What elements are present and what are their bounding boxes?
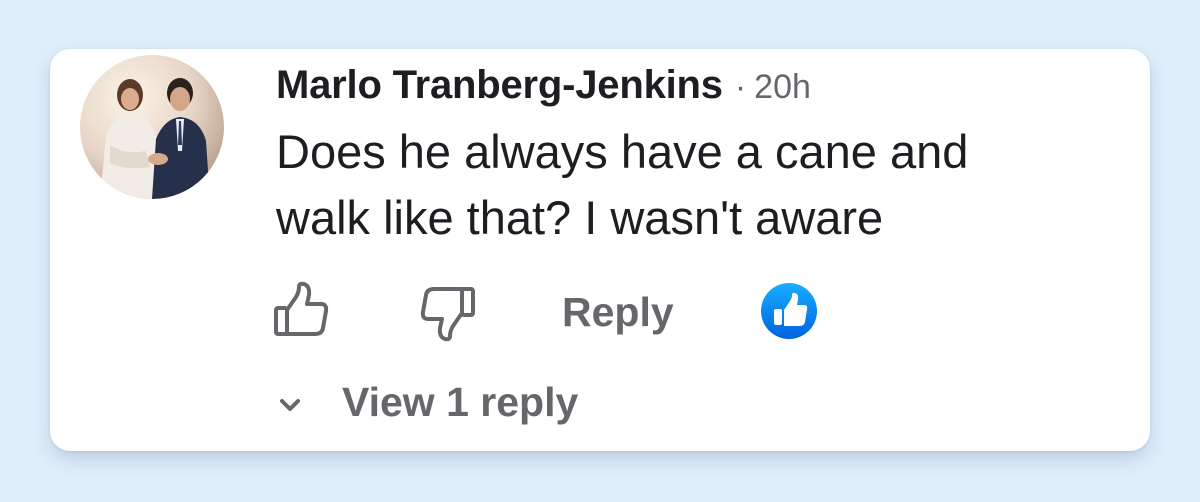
comment-text-line: Does he always have a cane and	[276, 125, 969, 178]
comment-timestamp[interactable]: 20h	[754, 68, 811, 107]
avatar-image	[80, 55, 224, 199]
reaction-summary[interactable]	[760, 282, 818, 340]
dislike-button[interactable]	[416, 283, 478, 345]
thumbs-down-outline-icon	[420, 287, 475, 342]
thumbs-up-outline-icon	[274, 281, 329, 336]
header-separator: ·	[734, 68, 747, 106]
comment-text-line: walk like that? I wasn't aware	[276, 191, 884, 244]
comment-header: Marlo Tranberg-Jenkins · 20h	[276, 63, 811, 113]
chevron-down-icon	[280, 398, 300, 411]
like-button[interactable]	[272, 281, 332, 341]
like-reaction-icon	[761, 283, 817, 339]
view-replies-button[interactable]: View 1 reply	[276, 379, 578, 426]
author-name[interactable]: Marlo Tranberg-Jenkins	[276, 63, 723, 108]
comment-card: Marlo Tranberg-Jenkins · 20h Does he alw…	[50, 49, 1150, 451]
comment-text: Does he always have a cane and walk like…	[276, 119, 1136, 251]
avatar[interactable]	[80, 55, 224, 199]
reply-button[interactable]: Reply	[562, 289, 674, 336]
view-replies-label: View 1 reply	[342, 379, 579, 425]
